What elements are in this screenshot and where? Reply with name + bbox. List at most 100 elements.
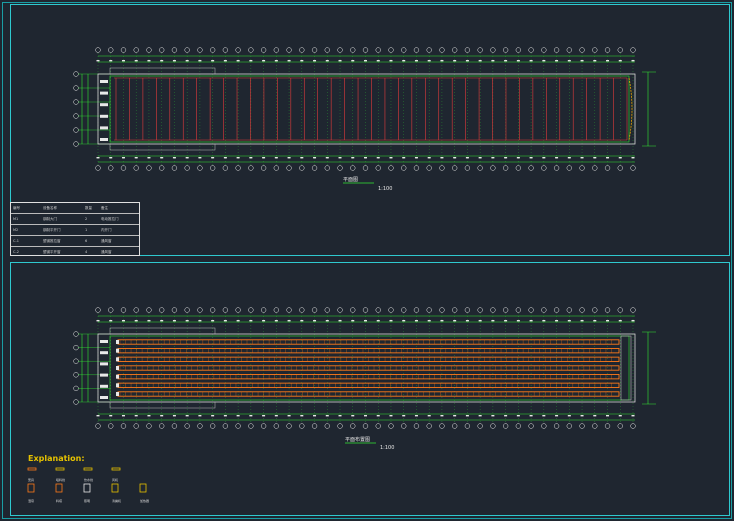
axis-bubble [120, 47, 127, 53]
axis-bubble [171, 307, 178, 313]
fan-icon [111, 467, 121, 471]
dimension-text [172, 157, 176, 159]
axis-bubble [617, 165, 623, 171]
dimension-text [351, 320, 355, 322]
axis-bubble [73, 385, 79, 392]
axis-bubble [541, 307, 547, 313]
axis-bubble [273, 165, 279, 171]
anteroom [109, 67, 216, 75]
axis-bubble [108, 165, 114, 171]
dimension-text [109, 60, 113, 62]
dimension-text [516, 320, 520, 322]
axis-bubble [477, 307, 483, 313]
axis-bubble [146, 307, 152, 313]
top-plan-title: 平面图 [343, 177, 359, 183]
axis-bubble [197, 423, 203, 429]
dimension-text [287, 60, 291, 62]
axis-bubble [146, 47, 152, 53]
axis-bubble [362, 307, 369, 313]
axis-bubble [515, 47, 522, 53]
column-mark [100, 126, 108, 130]
dimension-text [440, 415, 444, 417]
dimension-text [542, 60, 546, 62]
dimension-text [593, 320, 597, 322]
axis-bubble [337, 423, 343, 429]
axis-bubble [73, 331, 79, 337]
dimension-text [313, 415, 317, 417]
feeder-head [116, 340, 119, 344]
dimension-text [618, 415, 622, 417]
legend-label: 清粪机 [112, 499, 122, 503]
axis-bubble [209, 423, 216, 429]
dimension-text [555, 60, 559, 62]
axis-bubble [464, 307, 471, 313]
axis-bubble [337, 165, 343, 171]
axis-bubble [464, 165, 471, 171]
dimension-text [274, 60, 278, 62]
dimension-text [185, 320, 189, 322]
dimension-text [491, 60, 495, 62]
dimension-text [631, 60, 635, 62]
axis-bubble [159, 47, 165, 53]
axis-bubble [73, 372, 79, 378]
axis-bubble [73, 127, 79, 133]
axis-bubble [248, 47, 254, 53]
axis-bubble [73, 141, 79, 147]
dimension-text [504, 157, 508, 159]
feeder-head [116, 357, 119, 362]
axis-bubble [311, 423, 318, 429]
axis-bubble [95, 47, 101, 53]
dimension-text [631, 415, 635, 417]
dimension-text [618, 60, 622, 62]
end-room [620, 335, 632, 401]
pad-icon [27, 483, 35, 493]
axis-bubble [133, 423, 139, 429]
axis-bubble [515, 307, 522, 313]
axis-bubble [452, 423, 458, 429]
legend-label: 风机 [112, 478, 119, 482]
axis-bubble [260, 47, 267, 53]
column-mark [100, 373, 108, 377]
dimension-text [325, 320, 329, 322]
legend-label: 料塔 [56, 499, 63, 503]
axis-bubble [324, 165, 330, 171]
dimension-text [287, 320, 291, 322]
axis-bubble [375, 165, 381, 171]
dimension-text [440, 157, 444, 159]
dimension-text [440, 320, 444, 322]
dimension-text [262, 157, 266, 159]
dimension-text [402, 157, 406, 159]
dimension-text [453, 320, 457, 322]
axis-bubble [579, 47, 585, 53]
dimension-text [236, 320, 240, 322]
axis-bubble [426, 47, 432, 53]
axis-bubble [388, 307, 394, 313]
axis-bubble [235, 423, 241, 429]
axis-bubble [286, 165, 292, 171]
axis-bubble [73, 71, 79, 77]
axis-bubble [579, 307, 585, 313]
axis-bubble [541, 165, 547, 171]
axis-bubble [553, 47, 560, 53]
dimension-text [262, 60, 266, 62]
axis-bubble [248, 307, 254, 313]
axis-bubble [324, 47, 330, 53]
table-row: M1 钢制大门 2 电动推拉门 [11, 214, 139, 225]
axis-bubble [311, 307, 318, 313]
dimension-text [389, 320, 393, 322]
dimension-text [364, 320, 367, 322]
dimension-text [389, 60, 393, 62]
axis-bubble [299, 307, 305, 313]
axis-bubble [311, 165, 318, 171]
dimension-text [465, 157, 469, 159]
bottom-plan-scale: 1:100 [380, 445, 395, 451]
dimension-text [300, 157, 304, 159]
axis-bubble [375, 307, 381, 313]
axis-bubble [388, 165, 394, 171]
dimension-text [567, 415, 571, 417]
feeder-head [116, 348, 119, 353]
dimension-text [389, 415, 393, 417]
axis-bubble [299, 47, 305, 53]
axis-bubble [95, 423, 101, 429]
axis-bubble [502, 165, 509, 171]
